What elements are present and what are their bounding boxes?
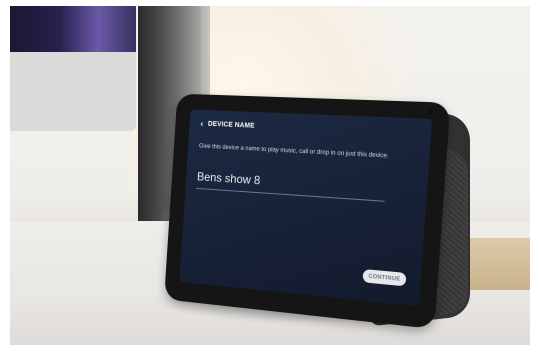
camera-icon (428, 110, 433, 115)
screen-title: DEVICE NAME (207, 120, 255, 130)
device-name-input[interactable]: Bens show 8 (197, 170, 261, 188)
continue-button[interactable]: CONTINUE (362, 268, 407, 287)
monitor-screen (10, 6, 136, 52)
photo: ‹ DEVICE NAME Give this device a name to… (10, 6, 530, 345)
screen-header[interactable]: ‹ DEVICE NAME (200, 119, 255, 131)
input-underline (196, 187, 385, 202)
screen-description: Give this device a name to play music, c… (198, 142, 389, 160)
device-bezel: ‹ DEVICE NAME Give this device a name to… (164, 93, 451, 330)
chevron-left-icon[interactable]: ‹ (200, 119, 204, 129)
device-screen: ‹ DEVICE NAME Give this device a name to… (179, 109, 433, 307)
monitor (10, 6, 136, 131)
